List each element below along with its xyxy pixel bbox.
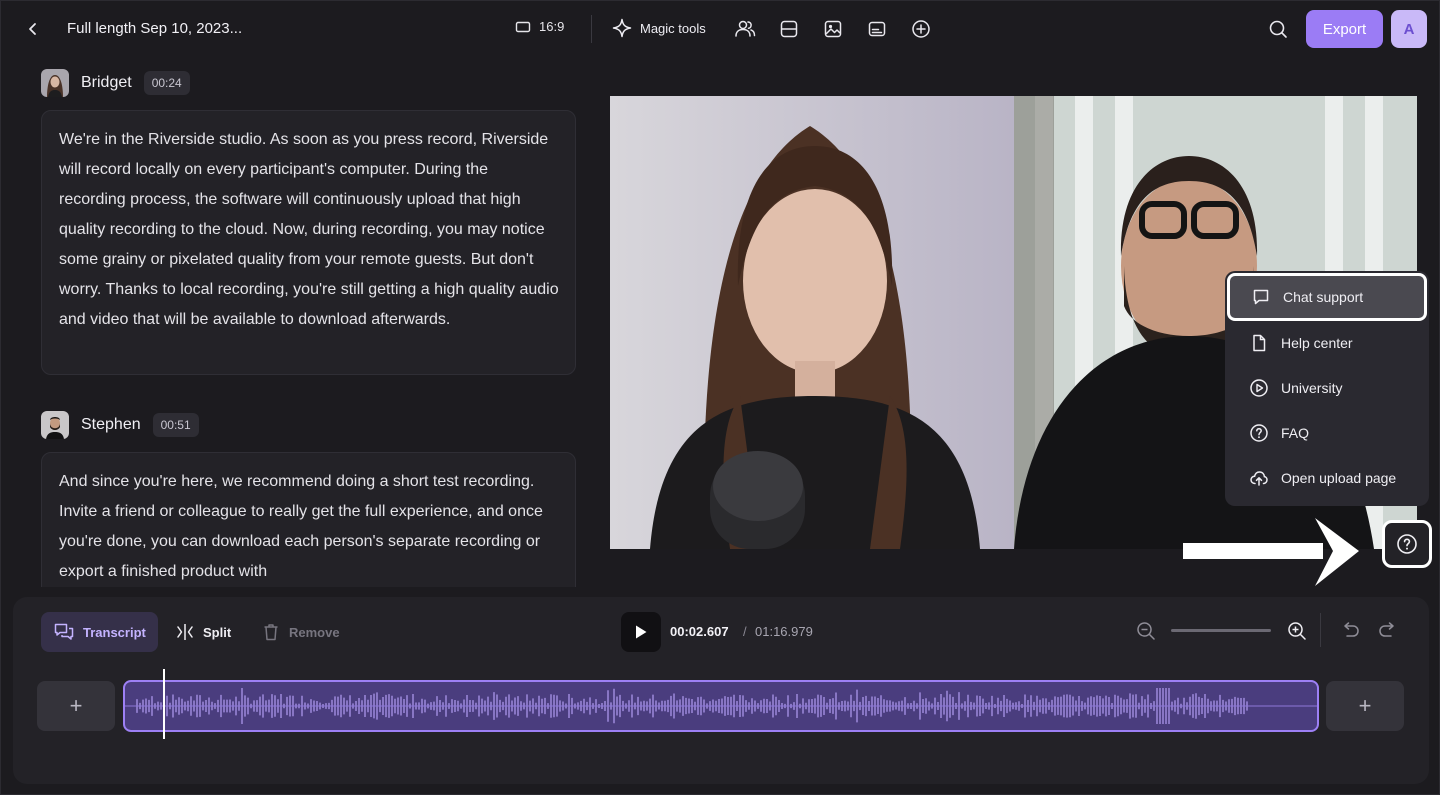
plus-icon: +: [69, 693, 83, 718]
sparkle-icon: [612, 18, 632, 38]
speaker-header: Stephen 00:51: [41, 411, 199, 439]
layout-button[interactable]: [777, 17, 801, 41]
remove-tool-label: Remove: [289, 624, 340, 640]
magic-tools-button[interactable]: Magic tools: [612, 18, 706, 38]
search-icon: [1269, 20, 1287, 38]
audio-clip[interactable]: [123, 680, 1319, 732]
plus-circle-icon: [912, 20, 930, 38]
total-duration: 01:16.979: [755, 624, 813, 639]
cloud-upload-icon: [1250, 470, 1268, 486]
undo-button[interactable]: [1340, 620, 1362, 642]
trash-icon: [264, 624, 278, 641]
chevron-left-icon: [29, 23, 36, 35]
people-icon: [735, 20, 756, 37]
redo-button[interactable]: [1376, 620, 1398, 642]
help-button[interactable]: [1382, 520, 1432, 568]
user-avatar-button[interactable]: A: [1391, 10, 1427, 48]
captions-button[interactable]: [865, 17, 889, 41]
add-clip-after-button[interactable]: +: [1326, 681, 1404, 731]
menu-item-help-center[interactable]: Help center: [1225, 320, 1429, 365]
editor-window: Full length Sep 10, 2023... 16:9 Magic t…: [0, 0, 1440, 795]
remove-tool-button[interactable]: Remove: [261, 612, 340, 652]
menu-item-label: FAQ: [1281, 424, 1310, 441]
timeline-panel: Transcript Split Remove 00:02.607 / 01:1…: [13, 597, 1429, 784]
play-button[interactable]: [621, 612, 661, 652]
transcript-text[interactable]: We're in the Riverside studio. As soon a…: [59, 125, 559, 335]
current-time: 00:02.607: [670, 624, 729, 639]
menu-item-label: University: [1281, 379, 1343, 396]
transcript-block[interactable]: We're in the Riverside studio. As soon a…: [41, 110, 576, 375]
play-circle-icon: [1250, 378, 1268, 397]
search-button[interactable]: [1266, 17, 1290, 41]
help-menu: Chat support Help center University FAQ …: [1225, 271, 1429, 506]
transcript-block[interactable]: And since you're here, we recommend doin…: [41, 452, 576, 602]
speaker-name: Bridget: [81, 74, 132, 91]
image-icon: [824, 20, 842, 38]
transcript-text[interactable]: And since you're here, we recommend doin…: [59, 467, 559, 587]
split-tool-label: Split: [203, 624, 232, 640]
playhead[interactable]: [163, 669, 165, 739]
redo-icon: [1379, 622, 1394, 637]
speaker-timestamp[interactable]: 00:24: [143, 71, 190, 95]
speakers-button[interactable]: [733, 17, 757, 41]
split-icon: [177, 624, 193, 640]
speaker-header: Bridget 00:24: [41, 69, 190, 97]
aspect-ratio-icon: [515, 21, 531, 32]
menu-item-label: Help center: [1281, 334, 1353, 351]
transcript-icon: [54, 623, 74, 640]
zoom-in-button[interactable]: [1286, 620, 1308, 642]
back-button[interactable]: [21, 17, 45, 41]
zoom-slider[interactable]: [1171, 629, 1271, 632]
add-clip-before-button[interactable]: +: [37, 681, 115, 731]
add-element-button[interactable]: [909, 17, 933, 41]
menu-item-open-upload-page[interactable]: Open upload page: [1225, 455, 1429, 500]
zoom-in-icon: [1288, 622, 1306, 640]
waveform: [125, 688, 1317, 724]
media-button[interactable]: [821, 17, 845, 41]
top-bar: Full length Sep 10, 2023... 16:9 Magic t…: [1, 1, 1440, 57]
aspect-ratio-button[interactable]: 16:9: [515, 19, 564, 34]
export-button[interactable]: Export: [1306, 10, 1383, 48]
question-circle-icon: [1397, 534, 1417, 554]
participant-video-bridget: [610, 96, 1014, 549]
play-icon: [636, 625, 647, 639]
menu-item-label: Open upload page: [1281, 469, 1397, 486]
magic-tools-label: Magic tools: [640, 20, 706, 36]
menu-item-chat-support[interactable]: Chat support: [1227, 273, 1427, 321]
project-title[interactable]: Full length Sep 10, 2023...: [67, 20, 242, 37]
aspect-ratio-label: 16:9: [539, 19, 565, 34]
layout-icon: [780, 20, 798, 38]
transcript-tool-label: Transcript: [83, 624, 146, 640]
toolbar-divider: [591, 15, 592, 43]
menu-item-faq[interactable]: FAQ: [1225, 410, 1429, 455]
toolbar-divider: [1320, 613, 1321, 647]
undo-icon: [1344, 622, 1359, 637]
zoom-out-icon: [1137, 622, 1155, 640]
question-circle-icon: [1250, 423, 1268, 442]
document-icon: [1253, 334, 1266, 351]
captions-icon: [868, 21, 886, 37]
zoom-out-button[interactable]: [1135, 620, 1157, 642]
menu-item-university[interactable]: University: [1225, 365, 1429, 410]
speaker-timestamp[interactable]: 00:51: [152, 413, 199, 437]
plus-icon: +: [1358, 693, 1372, 718]
speaker-avatar: [41, 411, 69, 439]
speaker-name: Stephen: [81, 416, 141, 433]
split-tool-button[interactable]: Split: [175, 612, 231, 652]
arrow-annotation: [1183, 518, 1359, 586]
speaker-avatar: [41, 69, 69, 97]
chat-bubble-icon: [1253, 289, 1269, 305]
time-separator: /: [743, 624, 747, 639]
menu-item-label: Chat support: [1283, 289, 1364, 305]
transcript-tool-button[interactable]: Transcript: [41, 612, 158, 652]
